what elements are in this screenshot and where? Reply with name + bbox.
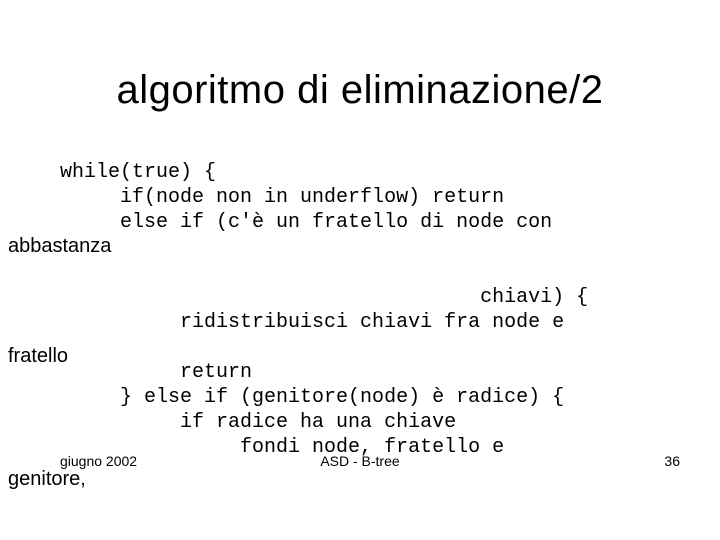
code-line: chiavi) { [0, 286, 588, 309]
slide: algoritmo di eliminazione/2 while(true) … [0, 0, 720, 540]
code-line: while(true) { [0, 161, 216, 184]
code-block: while(true) { if(node non in underflow) … [0, 160, 720, 460]
annotation-fratello: fratello [8, 345, 68, 368]
annotation-abbastanza: abbastanza [8, 235, 111, 258]
code-line: ridistribuisci chiavi fra node e [0, 311, 564, 334]
code-line: if radice ha una chiave [0, 411, 456, 434]
footer-page-number: 36 [664, 453, 680, 469]
footer-center: ASD - B-tree [0, 453, 720, 469]
annotation-genitore: genitore, [8, 468, 86, 491]
code-line: } else if (genitore(node) è radice) { [0, 386, 564, 409]
code-line: else if (c'è un fratello di node con [0, 211, 552, 234]
code-line: if(node non in underflow) return [0, 186, 504, 209]
slide-title: algoritmo di eliminazione/2 [0, 68, 720, 113]
